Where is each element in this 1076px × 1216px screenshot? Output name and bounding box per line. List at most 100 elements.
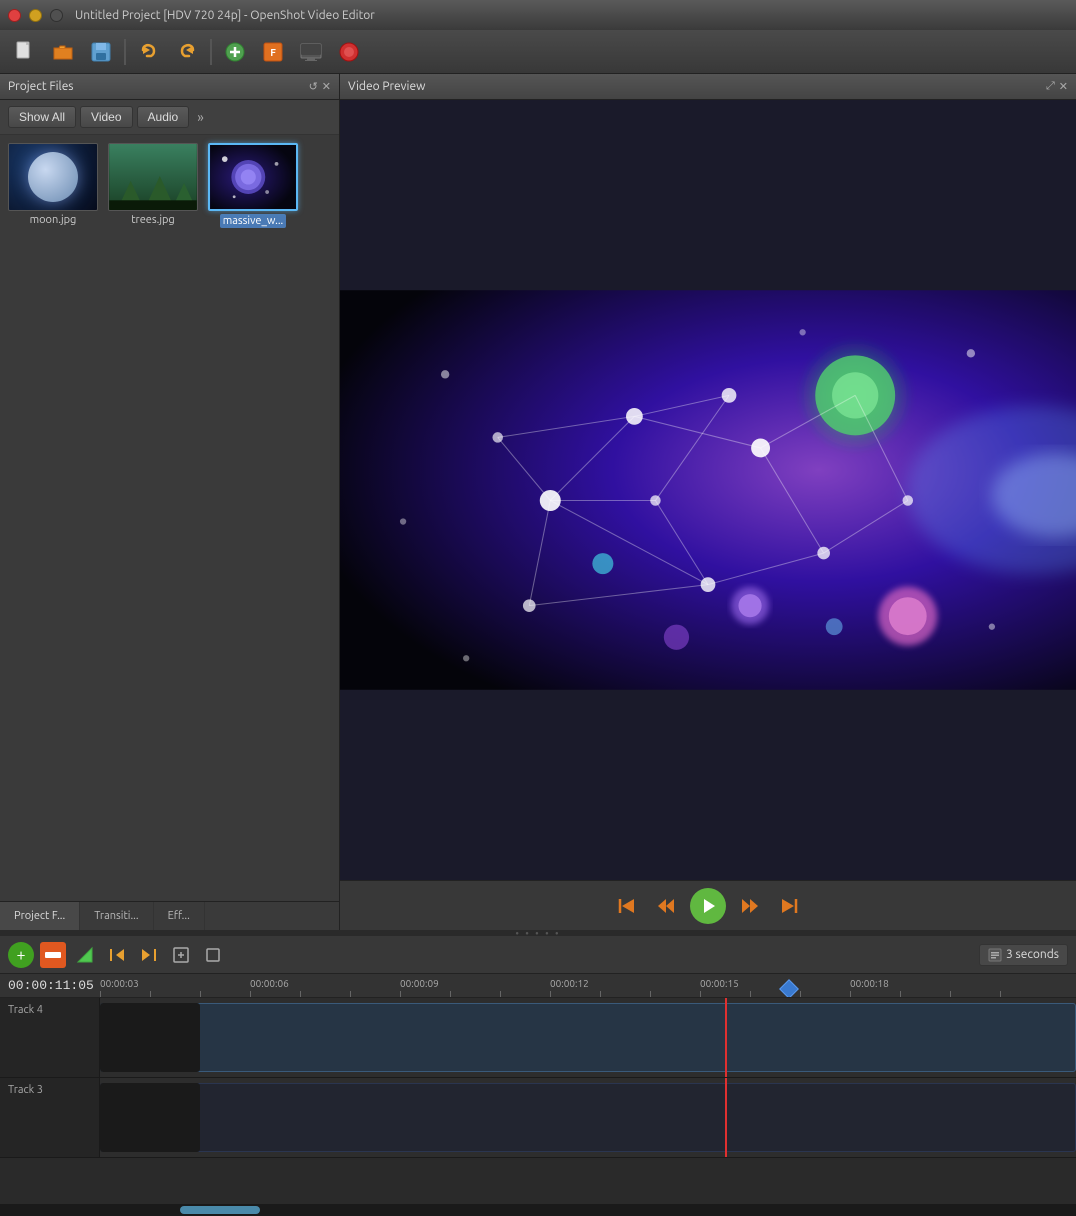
export-button[interactable] — [294, 35, 328, 69]
rewind-button[interactable] — [650, 890, 682, 922]
import-button[interactable]: F — [256, 35, 290, 69]
project-files-header: Project Files ↺ ✕ — [0, 74, 339, 100]
file-label-trees: trees.jpg — [131, 214, 175, 226]
left-panel: Project Files ↺ ✕ Show All Video Audio » — [0, 74, 340, 930]
remove-clip-button[interactable] — [40, 942, 66, 968]
fast-forward-button[interactable] — [734, 890, 766, 922]
new-button[interactable] — [8, 35, 42, 69]
timeline-tracks: Track 4 Track 3 — [0, 998, 1076, 1204]
vp-expand-icon[interactable]: ⤢ — [1046, 80, 1055, 93]
file-thumbnail-massive — [208, 143, 298, 211]
moon-preview — [9, 144, 97, 210]
svg-text:F: F — [270, 47, 276, 58]
open-button[interactable] — [46, 35, 80, 69]
filter-more-icon[interactable]: » — [197, 109, 204, 125]
jump-to-start-button[interactable] — [610, 890, 642, 922]
massive-preview — [210, 145, 296, 209]
horizontal-scrollbar[interactable] — [0, 1204, 1076, 1216]
show-all-button[interactable]: Show All — [8, 106, 76, 128]
record-button[interactable] — [332, 35, 366, 69]
track-3-content[interactable] — [100, 1078, 1076, 1157]
header-icons: ↺ ✕ — [309, 80, 331, 93]
massive-svg — [210, 145, 296, 209]
ruler-time-4: 00:00:15 — [700, 978, 739, 989]
file-label-massive: massive_w... — [220, 214, 287, 228]
moon-shape — [28, 152, 78, 202]
current-time-display: 00:00:11:05 — [8, 978, 94, 993]
toolbar-separator-2 — [210, 39, 212, 65]
lock-button[interactable] — [200, 942, 226, 968]
track-4-label: Track 4 — [0, 998, 100, 1077]
ruler-time-0: 00:00:03 — [100, 978, 139, 989]
track-3-dark-clip — [100, 1083, 200, 1152]
track-4-content[interactable] — [100, 998, 1076, 1077]
play-button[interactable] — [690, 888, 726, 924]
redo-button[interactable] — [170, 35, 204, 69]
ruler-time-1: 00:00:06 — [250, 978, 289, 989]
add-clip-button[interactable]: + — [8, 942, 34, 968]
jump-to-end-button[interactable] — [774, 890, 806, 922]
ruler-time-5: 00:00:18 — [850, 978, 889, 989]
file-thumbnail-moon — [8, 143, 98, 211]
zoom-level-display: 3 seconds — [979, 944, 1068, 966]
ruler-time-2: 00:00:09 — [400, 978, 439, 989]
ruler-time-3: 00:00:12 — [550, 978, 589, 989]
right-panel: Video Preview ⤢ ✕ — [340, 74, 1076, 930]
toolbar-separator-1 — [124, 39, 126, 65]
tab-effects[interactable]: Eff... — [154, 902, 205, 930]
track-3-label: Track 3 — [0, 1078, 100, 1157]
video-preview-title: Video Preview — [348, 80, 425, 93]
track-3-clip[interactable] — [100, 1083, 1076, 1152]
close-panel-icon[interactable]: ✕ — [322, 80, 331, 93]
audio-filter-button[interactable]: Audio — [137, 106, 190, 128]
video-preview-area — [340, 100, 1076, 880]
trees-preview — [109, 144, 197, 210]
track-4-clip[interactable] — [100, 1003, 1076, 1072]
file-thumbnail-trees — [108, 143, 198, 211]
track-3: Track 3 — [0, 1078, 1076, 1158]
playhead-track-4 — [725, 998, 727, 1077]
vp-header-icons: ⤢ ✕ — [1046, 80, 1068, 93]
razor-tool-button[interactable] — [72, 942, 98, 968]
close-button[interactable] — [8, 9, 21, 22]
timeline-section: + — [0, 936, 1076, 1216]
video-content-svg — [340, 100, 1076, 880]
track-4-dark-clip — [100, 1003, 200, 1072]
file-item-massive[interactable]: massive_w... — [208, 143, 298, 228]
track-4-name: Track 4 — [8, 1004, 43, 1016]
maximize-button[interactable] — [50, 9, 63, 22]
timeline-ruler: 00:00:11:05 00:00:03 00:00:06 00:00:09 0… — [0, 974, 1076, 998]
playhead-track-3 — [725, 1078, 727, 1157]
jump-end-tl-button[interactable] — [136, 942, 162, 968]
video-filter-button[interactable]: Video — [80, 106, 132, 128]
filter-bar: Show All Video Audio » — [0, 100, 339, 135]
main-area: Project Files ↺ ✕ Show All Video Audio » — [0, 74, 1076, 930]
window-title: Untitled Project [HDV 720 24p] - OpenSho… — [75, 9, 375, 22]
add-track-button[interactable] — [218, 35, 252, 69]
titlebar: Untitled Project [HDV 720 24p] - OpenSho… — [0, 0, 1076, 30]
track-3-name: Track 3 — [8, 1084, 43, 1096]
seconds-label: 3 seconds — [1006, 948, 1059, 961]
track-4: Track 4 — [0, 998, 1076, 1078]
vp-close-icon[interactable]: ✕ — [1059, 80, 1068, 93]
main-toolbar: F — [0, 30, 1076, 74]
project-files-title: Project Files — [8, 80, 74, 93]
tab-project-files[interactable]: Project F... — [0, 902, 80, 930]
fit-view-button[interactable] — [168, 942, 194, 968]
file-label-moon: moon.jpg — [30, 214, 77, 226]
file-item-trees[interactable]: trees.jpg — [108, 143, 198, 228]
refresh-icon[interactable]: ↺ — [309, 80, 318, 93]
file-item-moon[interactable]: moon.jpg — [8, 143, 98, 228]
minimize-button[interactable] — [29, 9, 42, 22]
trees-svg — [109, 144, 197, 210]
zoom-icon — [988, 948, 1002, 962]
scrollbar-thumb[interactable] — [180, 1206, 260, 1214]
save-button[interactable] — [84, 35, 118, 69]
undo-button[interactable] — [132, 35, 166, 69]
jump-start-tl-button[interactable] — [104, 942, 130, 968]
video-preview-header: Video Preview ⤢ ✕ — [340, 74, 1076, 100]
files-grid: moon.jpg — [0, 135, 339, 901]
left-panel-tabs: Project F... Transiti... Eff... — [0, 901, 339, 930]
playback-controls — [340, 880, 1076, 930]
tab-transitions[interactable]: Transiti... — [80, 902, 153, 930]
